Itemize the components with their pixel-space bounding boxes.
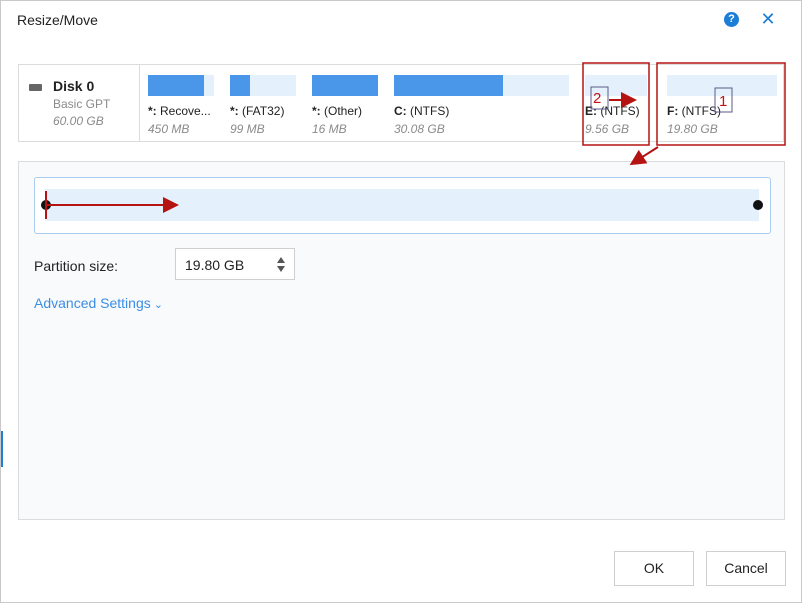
advanced-settings-label: Advanced Settings xyxy=(34,295,151,311)
partition-usage-fill xyxy=(230,75,250,96)
partition-other[interactable]: *: (Other) 16 MB xyxy=(312,65,380,141)
partition-fat32[interactable]: *: (FAT32) 99 MB xyxy=(230,65,298,141)
partition-usage-bar xyxy=(148,75,214,96)
partition-usage-fill xyxy=(148,75,205,96)
partition-usage-bar xyxy=(394,75,569,96)
partition-extent-bar xyxy=(45,189,759,221)
ok-button[interactable]: OK xyxy=(614,551,694,586)
partition-usage-fill xyxy=(394,75,503,96)
partition-size-value[interactable]: 19.80 GB xyxy=(185,257,244,273)
partition-size: 99 MB xyxy=(230,122,265,136)
step-2-number: 2 xyxy=(593,90,602,107)
hard-disk-icon xyxy=(29,84,42,91)
resize-panel: Partition size: 19.80 GB Advanced Settin… xyxy=(18,161,785,520)
partition-label: *: (Other) xyxy=(312,104,363,118)
increment-arrow-icon[interactable] xyxy=(277,257,285,263)
decrement-arrow-icon[interactable] xyxy=(277,266,285,272)
partition-size: 19.80 GB xyxy=(667,122,718,136)
right-resize-handle[interactable] xyxy=(753,200,763,210)
partition-usage-bar xyxy=(230,75,296,96)
partition-c[interactable]: C: (NTFS) 30.08 GB xyxy=(394,65,569,141)
cancel-button[interactable]: Cancel xyxy=(706,551,786,586)
advanced-settings-link[interactable]: Advanced Settings ⌄ xyxy=(34,295,163,311)
chevron-down-icon: ⌄ xyxy=(153,299,163,311)
help-icon[interactable]: ? xyxy=(724,12,739,27)
resize-move-dialog: Resize/Move ? ✕ Disk 0 Basic GPT 60.00 G… xyxy=(0,0,802,603)
dialog-title: Resize/Move xyxy=(17,12,98,28)
partition-label: C: (NTFS) xyxy=(394,104,450,118)
partition-resize-slider[interactable] xyxy=(34,177,771,234)
partition-size: 30.08 GB xyxy=(394,122,445,136)
partition-label: *: (FAT32) xyxy=(230,104,285,118)
partition-recovery[interactable]: *: Recove... 450 MB xyxy=(148,65,216,141)
background-window-edge xyxy=(1,431,3,467)
step-1-number: 1 xyxy=(719,93,728,110)
left-resize-handle[interactable] xyxy=(41,200,51,210)
partition-size: 16 MB xyxy=(312,122,347,136)
partition-label: F: (NTFS) xyxy=(667,104,721,118)
disk-info: Disk 0 Basic GPT 60.00 GB xyxy=(19,65,140,141)
close-icon[interactable]: ✕ xyxy=(759,8,777,30)
partition-label: *: Recove... xyxy=(148,104,211,118)
partition-size-label: Partition size: xyxy=(34,258,119,274)
partition-usage-bar xyxy=(312,75,378,96)
partition-size: 9.56 GB xyxy=(585,122,630,136)
partition-size-stepper[interactable]: 19.80 GB xyxy=(175,248,295,280)
title-bar: Resize/Move ? ✕ xyxy=(1,1,801,39)
disk-name: Disk 0 xyxy=(53,78,95,94)
disk-map: Disk 0 Basic GPT 60.00 GB *: Recove... 4… xyxy=(18,64,784,142)
disk-size: 60.00 GB xyxy=(53,114,104,128)
partition-usage-fill xyxy=(312,75,378,96)
partition-size: 450 MB xyxy=(148,122,190,136)
disk-type: Basic GPT xyxy=(53,97,111,111)
